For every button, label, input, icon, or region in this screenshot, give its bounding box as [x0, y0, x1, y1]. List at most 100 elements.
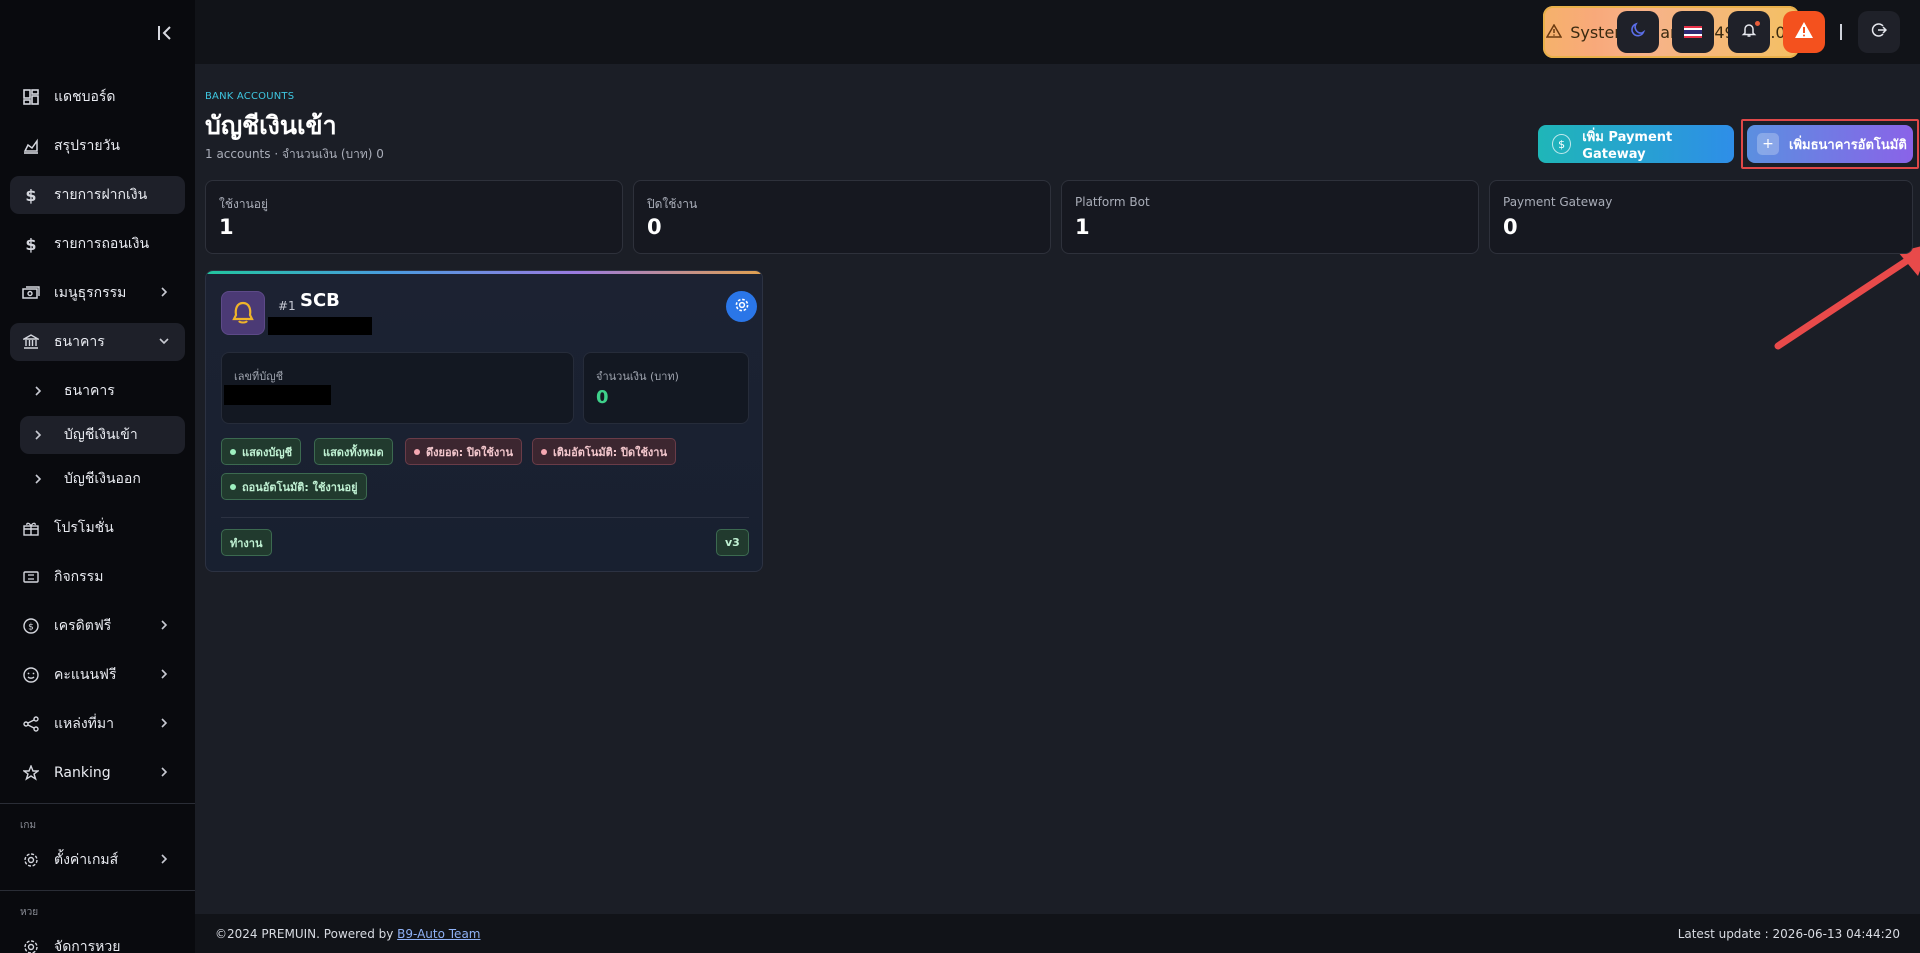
add-auto-bank-button[interactable]: + เพิ่มธนาคารอัตโนมัติ	[1747, 125, 1913, 163]
topbar-separator	[1840, 24, 1842, 40]
sidebar-item-label: โปรโมชั่น	[54, 520, 114, 536]
sidebar-item-game-settings[interactable]: ตั้งค่าเกมส์	[10, 841, 185, 879]
card-accent-line	[206, 271, 762, 274]
footer-latest-update: Latest update : 2026-06-13 04:44:20	[1677, 926, 1900, 941]
account-index: #1	[278, 299, 296, 313]
stat-value: 0	[647, 215, 662, 239]
sidebar-item-label: เมนูธุรกรรม	[54, 285, 127, 301]
sidebar-section-lotto: หวย	[20, 907, 39, 918]
tag-show-account[interactable]: แสดงบัญชี	[221, 438, 302, 465]
tag-auto-withdraw[interactable]: ถอนอัตโนมัติ: ใช้งานอยู่	[221, 473, 367, 500]
stat-label: Platform Bot	[1075, 195, 1150, 209]
ticket-icon	[22, 568, 40, 586]
version-badge: v3	[716, 529, 749, 556]
sidebar-item-free-credit[interactable]: $ เครดิตฟรี	[10, 607, 185, 645]
chevron-right-icon	[32, 429, 44, 441]
redacted-account-number	[224, 385, 331, 405]
language-button[interactable]	[1672, 11, 1714, 53]
tag-auto-topup[interactable]: เติมอัตโนมัติ: ปิดใช้งาน	[532, 438, 676, 465]
stat-value: 0	[1503, 215, 1518, 239]
amount-label: จำนวนเงิน (บาท)	[596, 370, 679, 383]
page-subtitle: 1 accounts · จำนวนเงิน (บาท) 0	[205, 147, 384, 161]
chevron-right-icon	[157, 618, 171, 632]
sidebar-item-sources[interactable]: แหล่งที่มา	[10, 705, 185, 743]
coin-icon: $	[22, 617, 40, 635]
share-icon	[22, 715, 40, 733]
sidebar-item-activities[interactable]: กิจกรรม	[10, 558, 185, 596]
scb-logo-icon	[221, 291, 265, 335]
sidebar-item-dashboard[interactable]: แดชบอร์ด	[10, 78, 185, 116]
tag-label: ถอนอัตโนมัติ: ใช้งานอยู่	[242, 480, 358, 494]
sidebar-item-deposits[interactable]: $ รายการฝากเงิน	[10, 176, 185, 214]
amount-field: จำนวนเงิน (บาท) 0	[583, 352, 749, 424]
sidebar-subitem-bank[interactable]: ธนาคาร	[20, 372, 185, 410]
chevron-right-icon	[32, 385, 44, 397]
sidebar-item-daily-summary[interactable]: สรุปรายวัน	[10, 127, 185, 165]
tag-label: แสดงทั้งหมด	[323, 445, 384, 459]
sidebar-item-label: รายการฝากเงิน	[54, 187, 148, 203]
coin-icon: $	[1552, 134, 1572, 154]
stat-label: ปิดใช้งาน	[647, 197, 698, 211]
footer-link[interactable]: B9-Auto Team	[397, 927, 480, 941]
collapse-sidebar-icon[interactable]	[154, 22, 176, 44]
add-payment-gateway-label: เพิ่ม Payment Gateway	[1582, 130, 1673, 162]
money-icon	[22, 284, 40, 302]
bank-name: SCB	[300, 290, 340, 311]
alert-button[interactable]	[1783, 11, 1825, 53]
moon-icon	[1630, 22, 1646, 42]
add-payment-gateway-button[interactable]: $ เพิ่ม Payment Gateway	[1538, 125, 1734, 163]
sidebar-subitem-label: บัญชีเงินเข้า	[64, 427, 138, 443]
bank-icon	[22, 333, 40, 351]
logout-icon	[1871, 22, 1888, 42]
sidebar-item-free-points[interactable]: คะแนนฟรี	[10, 656, 185, 694]
sidebar-item-transactions[interactable]: เมนูธุรกรรม	[10, 274, 185, 312]
chevron-right-icon	[157, 285, 171, 299]
sidebar-item-label: ตั้งค่าเกมส์	[54, 852, 119, 868]
stat-card-platform-bot: Platform Bot 1	[1061, 180, 1479, 254]
status-dot	[541, 448, 547, 455]
sidebar-subitem-withdraw-accounts[interactable]: บัญชีเงินออก	[20, 460, 185, 498]
gift-icon	[22, 519, 40, 537]
chevron-right-icon	[32, 473, 44, 485]
sidebar-item-label: รายการถอนเงิน	[54, 236, 150, 252]
alert-triangle-icon	[1794, 21, 1814, 43]
tag-label: ดึงยอด: ปิดใช้งาน	[426, 445, 513, 459]
sidebar-item-withdrawals[interactable]: $ รายการถอนเงิน	[10, 225, 185, 263]
account-settings-button[interactable]	[726, 291, 757, 322]
notifications-button[interactable]	[1728, 11, 1770, 53]
warning-icon	[1545, 23, 1563, 42]
sidebar-item-label: คะแนนฟรี	[54, 667, 117, 683]
sidebar: แดชบอร์ด สรุปรายวัน $ รายการฝากเงิน $ รา…	[0, 0, 195, 953]
sidebar-subitem-label: ธนาคาร	[64, 383, 115, 399]
sidebar-nav: แดชบอร์ด สรุปรายวัน $ รายการฝากเงิน $ รา…	[0, 78, 195, 953]
redacted-account-name	[268, 317, 372, 335]
account-number-label: เลขที่บัญชี	[234, 370, 284, 383]
card-divider	[221, 517, 749, 518]
chevron-right-icon	[157, 716, 171, 730]
bank-account-card: #1 SCB เลขที่บัญชี จำนวนเงิน (บาท) 0 แสด…	[205, 270, 763, 572]
star-icon	[22, 764, 40, 782]
sidebar-item-bank[interactable]: ธนาคาร	[10, 323, 185, 361]
logout-button[interactable]	[1858, 11, 1900, 53]
theme-toggle-button[interactable]	[1617, 11, 1659, 53]
chart-area-icon	[22, 137, 40, 155]
main-content: BANK ACCOUNTS บัญชีเงินเข้า 1 accounts ·…	[195, 64, 1920, 914]
sidebar-item-promotions[interactable]: โปรโมชั่น	[10, 509, 185, 547]
tag-show-all[interactable]: แสดงทั้งหมด	[314, 438, 393, 465]
sidebar-subitem-deposit-accounts[interactable]: บัญชีเงินเข้า	[20, 416, 185, 454]
status-dot	[230, 448, 236, 455]
amount-value: 0	[596, 387, 609, 408]
sidebar-item-lotto-manage[interactable]: จัดการหวย	[10, 928, 185, 953]
page-kicker: BANK ACCOUNTS	[205, 91, 295, 102]
sidebar-item-label: Ranking	[54, 765, 111, 781]
sidebar-divider	[0, 803, 195, 804]
dollar-icon: $	[25, 234, 37, 254]
gear-icon	[734, 297, 750, 317]
tag-fetch-balance[interactable]: ดึงยอด: ปิดใช้งาน	[405, 438, 522, 465]
sidebar-item-label: กิจกรรม	[54, 569, 104, 585]
notification-dot	[1753, 19, 1762, 28]
gear-icon	[22, 938, 40, 953]
sidebar-item-label: แหล่งที่มา	[54, 716, 114, 732]
dashboard-icon	[22, 88, 40, 106]
sidebar-item-ranking[interactable]: Ranking	[10, 754, 185, 792]
